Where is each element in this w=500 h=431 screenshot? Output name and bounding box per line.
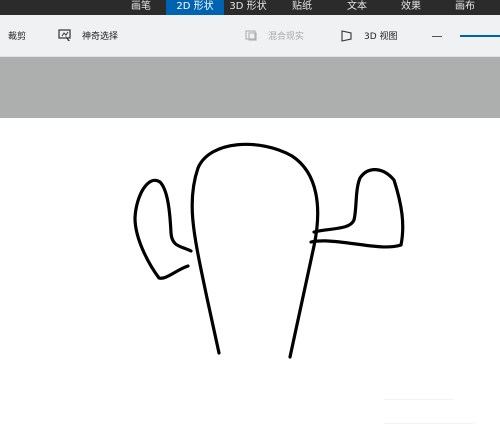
mixed-reality-label: 混合现实: [268, 32, 305, 42]
menu-item-brushes[interactable]: 画笔: [122, 0, 160, 15]
menu-item-stickers[interactable]: 贴纸: [283, 0, 321, 15]
cactus-left-arm-stroke: [133, 178, 193, 280]
canvas-divider: [384, 423, 474, 424]
mixed-reality-button[interactable]: 混合现实: [244, 15, 304, 56]
menu-item-effects[interactable]: 效果: [392, 0, 430, 15]
toolbar: 裁剪 神奇选择 混合现实 3D 视图: [0, 15, 500, 57]
workspace-background: [0, 57, 500, 118]
view-3d-label: 3D 视图: [364, 32, 398, 42]
menu-item-canvas[interactable]: 画布: [446, 0, 484, 15]
crop-label: 裁剪: [8, 32, 27, 42]
view-3d-icon: [340, 29, 354, 43]
zoom-slider[interactable]: [460, 35, 500, 37]
mixed-reality-icon: [244, 29, 258, 43]
menu-item-2d-shapes[interactable]: 2D 形状: [166, 0, 224, 15]
menu-item-3d-shapes[interactable]: 3D 形状: [224, 0, 272, 15]
magic-select-label: 神奇选择: [82, 32, 119, 42]
canvas-divider: [384, 399, 454, 400]
cactus-right-arm-stroke: [309, 168, 405, 249]
drawing-canvas[interactable]: [0, 118, 500, 427]
magic-select-button[interactable]: 神奇选择: [58, 15, 118, 56]
view-3d-button[interactable]: 3D 视图: [340, 15, 398, 56]
magic-select-icon: [58, 29, 72, 43]
menu-item-text[interactable]: 文本: [338, 0, 376, 15]
minus-icon[interactable]: [432, 36, 442, 37]
cactus-drawing: [133, 142, 405, 359]
cactus-body-stroke: [190, 142, 320, 359]
crop-button[interactable]: 裁剪: [8, 15, 26, 56]
top-menu-bar: 画笔 2D 形状 3D 形状 贴纸 文本 效果 画布: [0, 0, 500, 15]
